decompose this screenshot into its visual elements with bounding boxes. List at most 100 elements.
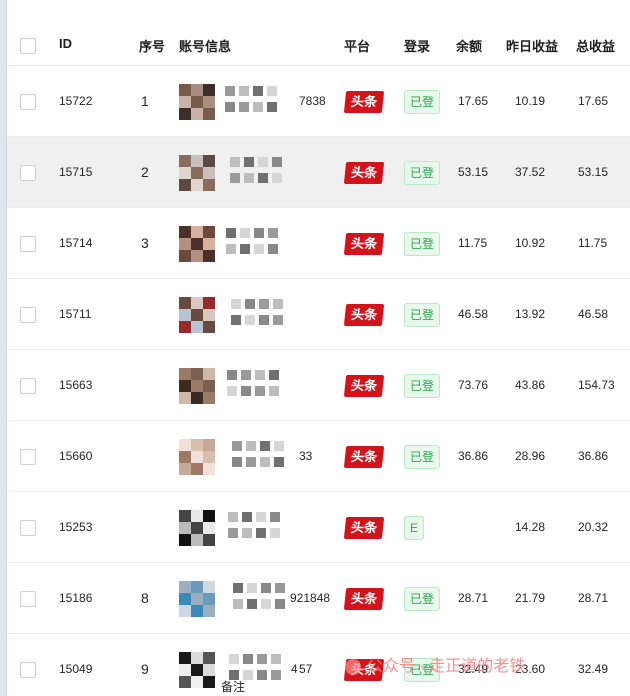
redacted-pixel — [247, 599, 257, 609]
avatar-pixel — [203, 522, 215, 534]
avatar — [179, 297, 215, 333]
row-checkbox[interactable] — [20, 520, 36, 536]
table-row[interactable]: 15715 2 头条 已登 53.15 37.52 53.15 — [7, 137, 630, 208]
avatar-pixel — [203, 155, 215, 167]
cell-yesterday-income: 28.96 — [515, 449, 546, 463]
redacted-pixel — [267, 102, 277, 112]
avatar-pixel — [179, 593, 191, 605]
avatar-pixel — [179, 676, 191, 688]
avatar-pixel — [191, 676, 203, 688]
avatar — [179, 510, 215, 546]
avatar-pixel — [191, 108, 203, 120]
account-id-fragment: 33 — [299, 449, 313, 463]
avatar-pixel — [179, 297, 191, 309]
redacted-pixel — [270, 512, 280, 522]
row-checkbox[interactable] — [20, 307, 36, 323]
avatar-pixel — [203, 664, 215, 676]
cell-id: 15253 — [59, 520, 93, 534]
avatar-pixel — [203, 510, 215, 522]
avatar-pixel — [191, 84, 203, 96]
row-checkbox[interactable] — [20, 236, 36, 252]
avatar-pixel — [191, 321, 203, 333]
header-seq[interactable]: 序号 — [139, 36, 165, 55]
login-status-tag: 已登 — [404, 232, 441, 256]
avatar-pixel — [179, 108, 191, 120]
redacted-pixel — [228, 512, 238, 522]
avatar-pixel — [203, 321, 215, 333]
account-id-fragment: 921848 — [290, 591, 331, 605]
redacted-pixel — [240, 228, 250, 238]
row-checkbox[interactable] — [20, 662, 36, 678]
row-checkbox[interactable] — [20, 449, 36, 465]
login-status-tag: E — [404, 516, 425, 540]
avatar — [179, 652, 215, 688]
redacted-pixel — [273, 315, 283, 325]
cell-yesterday-income: 37.52 — [515, 165, 546, 179]
avatar-pixel — [191, 96, 203, 108]
header-id[interactable]: ID — [59, 36, 72, 51]
select-all-checkbox[interactable] — [20, 38, 36, 54]
cell-seq: 3 — [141, 235, 149, 251]
avatar — [179, 368, 215, 404]
row-checkbox[interactable] — [20, 591, 36, 607]
cell-seq: 1 — [141, 93, 149, 109]
cell-seq: 2 — [141, 164, 149, 180]
table-panel: ID 序号 账号信息 平台 登录 余额 昨日收益 总收益 15722 1 7838 头… — [6, 0, 630, 696]
avatar-pixel — [191, 510, 203, 522]
table-row[interactable]: 15711 头条 已登 46.58 13.92 46.58 — [7, 279, 630, 350]
avatar-pixel — [179, 463, 191, 475]
avatar-pixel — [203, 238, 215, 250]
cell-balance: 28.71 — [458, 591, 489, 605]
redacted-pixel — [253, 86, 263, 96]
avatar-pixel — [179, 321, 191, 333]
redacted-pixel — [255, 386, 265, 396]
redacted-pixel — [245, 315, 255, 325]
header-account[interactable]: 账号信息 — [179, 36, 231, 55]
avatar-pixel — [179, 179, 191, 191]
redacted-pixel — [247, 583, 257, 593]
redacted-pixel — [258, 173, 268, 183]
avatar-pixel — [203, 96, 215, 108]
table-row[interactable]: 15049 9 57 4 备注 头条 已登 32.49 23.60 32.49 — [7, 634, 630, 696]
avatar-pixel — [203, 392, 215, 404]
avatar-pixel — [203, 439, 215, 451]
table-row[interactable]: 15663 头条 已登 73.76 43.86 154.73 — [7, 350, 630, 421]
avatar-pixel — [203, 250, 215, 262]
header-yesterday[interactable]: 昨日收益 — [506, 36, 558, 55]
header-platform[interactable]: 平台 — [344, 36, 370, 55]
cell-total-income: 28.71 — [578, 591, 609, 605]
avatar-pixel — [191, 664, 203, 676]
redacted-pixel — [243, 654, 253, 664]
table-row[interactable]: 15660 33 头条 已登 36.86 28.96 36.86 — [7, 421, 630, 492]
row-checkbox[interactable] — [20, 378, 36, 394]
header-total[interactable]: 总收益 — [576, 36, 615, 55]
platform-badge: 头条 — [343, 375, 385, 397]
redacted-pixel — [227, 370, 237, 380]
row-checkbox[interactable] — [20, 94, 36, 110]
avatar-pixel — [191, 368, 203, 380]
redacted-pixel — [267, 86, 277, 96]
table-row[interactable]: 15714 3 头条 已登 11.75 10.92 11.75 — [7, 208, 630, 279]
avatar-pixel — [191, 593, 203, 605]
avatar-pixel — [203, 581, 215, 593]
header-login[interactable]: 登录 — [404, 36, 430, 55]
redacted-pixel — [271, 654, 281, 664]
account-note: 备注 — [221, 680, 246, 694]
cell-id: 15186 — [59, 591, 93, 605]
cell-yesterday-income: 10.92 — [515, 236, 546, 250]
avatar-pixel — [191, 451, 203, 463]
table-row[interactable]: 15253 头条 E 14.28 20.32 — [7, 492, 630, 563]
avatar-pixel — [179, 238, 191, 250]
avatar-pixel — [179, 96, 191, 108]
avatar — [179, 226, 215, 262]
redacted-pixel — [233, 599, 243, 609]
redacted-pixel — [259, 299, 269, 309]
table-row[interactable]: 15722 1 7838 头条 已登 17.65 10.19 17.65 — [7, 66, 630, 137]
table-row[interactable]: 15186 8 921848 头条 已登 28.71 21.79 28.71 — [7, 563, 630, 634]
avatar-pixel — [191, 167, 203, 179]
redacted-pixel — [246, 441, 256, 451]
row-checkbox[interactable] — [20, 165, 36, 181]
avatar-pixel — [191, 439, 203, 451]
avatar-pixel — [191, 155, 203, 167]
header-balance[interactable]: 余额 — [456, 36, 482, 55]
